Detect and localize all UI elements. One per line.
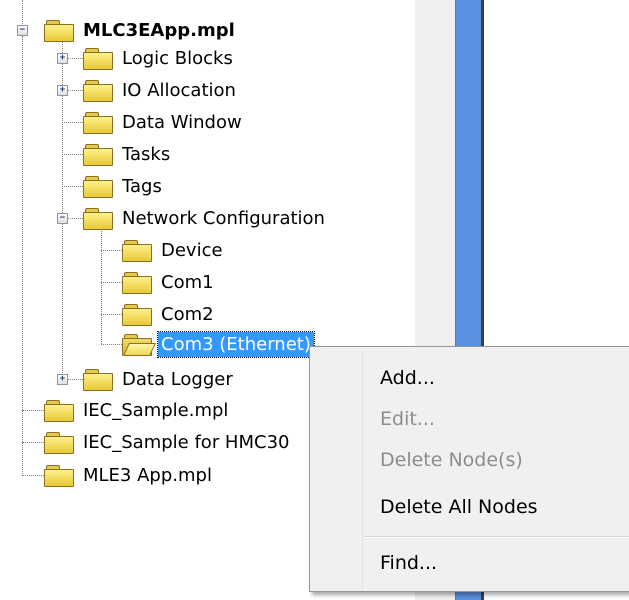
tree-node-data-window[interactable]: Data Window [83,106,245,138]
tree-node-logic-blocks[interactable]: Logic Blocks [83,42,236,74]
open-folder-icon [122,333,157,356]
tree-node-label: Data Logger [122,368,233,390]
tree-connector [67,58,83,59]
folder-icon [83,368,113,391]
tree-node-network-configuration[interactable]: Network Configuration [83,202,328,234]
tree-node-label: IO Allocation [122,79,236,101]
tree-node-data-logger[interactable]: Data Logger [83,363,236,395]
tree-connector [101,282,122,283]
folder-icon [44,431,74,454]
tree-connector [101,314,122,315]
tree-node-tasks[interactable]: Tasks [83,138,173,170]
menu-item-find[interactable]: Find... [380,546,437,580]
folder-icon [122,271,152,294]
tree-node-label: Com1 [161,271,214,293]
tree-node-com3-ethernet[interactable]: Com3 (Ethernet) [122,328,315,360]
collapse-toggle[interactable]: − [17,25,28,36]
folder-icon [44,464,74,487]
folder-icon [83,143,113,166]
tree-node-iec-sample[interactable]: IEC_Sample.mpl [44,394,231,426]
tree-connector [62,122,83,123]
tree-node-label: Logic Blocks [122,47,233,69]
folder-icon [122,239,152,262]
tree-node-iec-sample-hmc30[interactable]: IEC_Sample for HMC30 [44,426,292,458]
expand-toggle[interactable]: + [57,85,68,96]
tree-connector [22,0,23,24]
tree-node-mle3-app[interactable]: MLE3 App.mpl [44,459,215,491]
context-menu: Add... Edit... Delete Node(s) Delete All… [309,346,629,592]
tree-node-io-allocation[interactable]: IO Allocation [83,74,239,106]
folder-icon [44,19,74,42]
tree-node-label: IEC_Sample.mpl [83,399,229,421]
tree-connector [67,379,83,380]
folder-icon [122,303,152,326]
tree-node-label: Data Window [122,111,242,133]
tree-connector [101,344,122,345]
menu-item-edit[interactable]: Edit... [380,402,435,436]
menu-item-add[interactable]: Add... [380,361,435,395]
tree-node-label: Network Configuration [122,207,325,229]
tree-node-label: Device [161,239,223,261]
menu-icon-gutter [362,349,363,589]
tree-connector [62,154,83,155]
tree-connector [62,186,83,187]
folder-icon [83,47,113,70]
folder-icon [44,399,74,422]
tree-connector [67,90,83,91]
tree-node-tags[interactable]: Tags [83,170,165,202]
folder-icon [83,207,113,230]
folder-icon [83,79,113,102]
tree-node-label: Com2 [161,303,214,325]
tree-node-label: MLE3 App.mpl [83,464,212,486]
tree-connector [22,475,44,476]
tree-node-label: IEC_Sample for HMC30 [83,431,290,453]
tree-node-device[interactable]: Device [122,234,226,266]
folder-icon [83,111,113,134]
tree-connector [101,228,102,344]
tree-connector [22,410,44,411]
tree-connector [67,218,83,219]
collapse-toggle[interactable]: − [57,213,68,224]
tree-node-label: Tags [122,175,162,197]
tree-connector [101,250,122,251]
expand-toggle[interactable]: + [57,374,68,385]
expand-toggle[interactable]: + [57,53,68,64]
tree-node-label: Tasks [122,143,171,165]
tree-node-label: MLC3EApp.mpl [83,19,235,41]
menu-item-delete-all-nodes[interactable]: Delete All Nodes [380,490,538,524]
tree-node-com1[interactable]: Com1 [122,266,217,298]
menu-separator [364,536,629,538]
folder-icon [83,175,113,198]
tree-node-com2[interactable]: Com2 [122,298,217,330]
tree-node-label: Com3 (Ethernet) [157,330,315,358]
tree-connector [22,442,44,443]
menu-item-delete-nodes[interactable]: Delete Node(s) [380,443,523,477]
